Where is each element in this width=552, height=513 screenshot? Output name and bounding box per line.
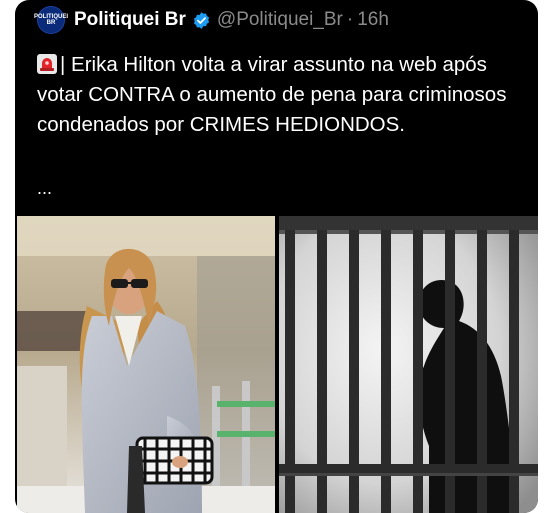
dot-separator: · — [346, 9, 354, 30]
avatar-text-line2: BR — [46, 20, 56, 26]
tweet-media[interactable] — [17, 216, 538, 513]
tweet-header: POLITIQUEI BR Politiquei Br @Politiquei_… — [34, 6, 389, 34]
tweet-card[interactable]: POLITIQUEI BR Politiquei Br @Politiquei_… — [15, 0, 538, 513]
avatar[interactable]: POLITIQUEI BR — [34, 6, 68, 34]
verified-badge-icon — [193, 11, 209, 29]
author-handle[interactable]: @Politiquei_Br — [217, 9, 343, 31]
siren-icon — [37, 54, 57, 74]
tweet-time[interactable]: 16h — [357, 9, 389, 31]
tweet-text: | Erika Hilton volta a virar assunto na … — [37, 50, 527, 140]
tweet-body: | Erika Hilton volta a virar assunto na … — [37, 53, 507, 136]
author-name[interactable]: Politiquei Br — [74, 9, 186, 31]
show-more[interactable]: ... — [37, 178, 52, 199]
man-behind-prison-bars-silhouette[interactable] — [279, 216, 538, 513]
woman-in-gray-coat-photo[interactable] — [17, 216, 275, 513]
